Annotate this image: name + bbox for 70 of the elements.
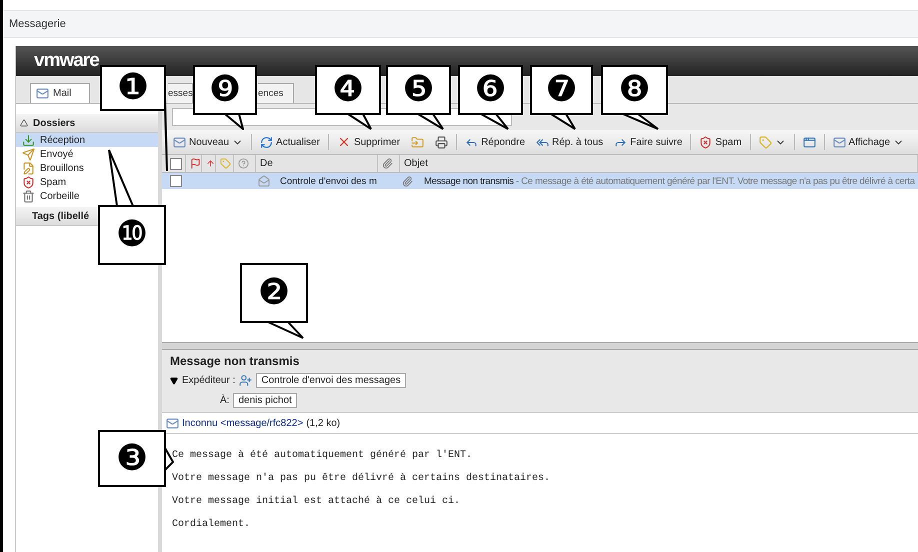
sender-cell: Controle d'envoi des m — [280, 176, 377, 186]
new-button[interactable]: Nouveau — [170, 132, 246, 152]
sender-label: Expéditeur : — [182, 375, 236, 386]
folder-item[interactable]: Réception — [16, 133, 158, 147]
flag-icon — [190, 158, 201, 169]
print-icon — [435, 136, 448, 148]
window-icon — [802, 136, 816, 148]
recipient-chip[interactable]: denis pichot — [233, 393, 297, 408]
message-line: Votre message initial est attaché à ce celui ci. — [172, 496, 460, 507]
mail-icon — [36, 87, 49, 100]
refresh-icon — [260, 136, 274, 148]
collapse-icon[interactable] — [170, 376, 178, 384]
envelope-icon — [166, 416, 179, 430]
message-row[interactable]: Controle d'envoi des m Message non transmis - Ce message à été automatiquement généré par l'ENT. Votre message n'a pas pu être délivré à certa — [162, 173, 918, 189]
message-checkbox[interactable] — [170, 175, 182, 187]
callout-box: ❿ — [98, 205, 166, 265]
folder-item[interactable]: Spam — [16, 175, 68, 189]
tag-icon — [220, 158, 231, 169]
folder-icon — [411, 136, 424, 148]
folder-item[interactable]: Corbeille — [16, 189, 82, 203]
brand-logo: vmware — [34, 50, 99, 72]
add-contact-icon — [239, 374, 252, 387]
status-icon — [238, 158, 249, 169]
reply-button[interactable]: Répondre — [462, 132, 528, 152]
folder-item[interactable]: Brouillons — [16, 161, 86, 175]
sender-chip[interactable]: Controle d'envoi des messages — [256, 373, 406, 388]
delete-button[interactable]: Supprimer — [334, 132, 404, 152]
callout-pointer — [267, 321, 304, 339]
inbox-icon — [22, 134, 35, 146]
priority-icon — [206, 158, 215, 169]
refresh-button[interactable]: Actualiser — [257, 132, 323, 152]
view-button[interactable]: Affichage — [830, 132, 908, 152]
trash-icon — [22, 190, 35, 202]
callout-pointer — [622, 113, 659, 130]
spam-icon — [22, 176, 35, 188]
callout-box: ❶ — [100, 65, 166, 111]
tag-icon — [758, 136, 772, 148]
forward-button[interactable]: Faire suivre — [611, 132, 686, 152]
paperclip-icon — [382, 158, 393, 169]
attachment-size: (1,2 ko) — [306, 418, 340, 428]
app-tab[interactable]: esses — [168, 83, 193, 103]
page-title: Messagerie — [9, 18, 66, 30]
message-subject: Message non transmis — [170, 354, 300, 368]
column-header: Objet — [404, 158, 428, 169]
envelope-icon — [258, 175, 270, 187]
callout-box: ❾ — [193, 65, 257, 115]
subject-cell: Message non transmis - Ce message à été automatiquement généré par l'ENT. Votre message n'a pas pu être délivré à certa — [424, 176, 915, 186]
mail-icon — [173, 136, 186, 148]
app-tab[interactable]: ences — [258, 83, 294, 103]
reply-all-button[interactable]: Rép. à tous — [533, 132, 606, 152]
callout-box: ❸ — [98, 430, 166, 487]
attachment-link[interactable]: Inconnu <message/rfc822> — [182, 418, 304, 428]
spam-button[interactable]: Spam — [696, 132, 745, 152]
message-line: Cordialement. — [172, 519, 250, 530]
send-icon — [22, 148, 35, 160]
mail-icon — [832, 136, 846, 148]
message-line: Votre message n'a pas pu être délivré à certains destinataires. — [172, 473, 550, 484]
callout-pointer — [108, 149, 134, 207]
folder-item[interactable]: Envoyé — [16, 147, 76, 161]
spam-icon — [699, 136, 712, 148]
app-tab[interactable]: Mail — [30, 83, 90, 103]
select-all-checkbox[interactable] — [170, 158, 182, 170]
collapse-icon — [20, 119, 28, 127]
column-header: De — [260, 158, 273, 169]
recipient-label: À: — [220, 395, 230, 406]
draft-icon — [22, 162, 35, 174]
callout-pointer — [224, 113, 244, 130]
folders-header[interactable]: Dossiers — [16, 114, 158, 133]
callout-pointer — [480, 113, 509, 130]
message-line: Ce message à été automatiquement généré par l'ENT. — [172, 450, 472, 461]
